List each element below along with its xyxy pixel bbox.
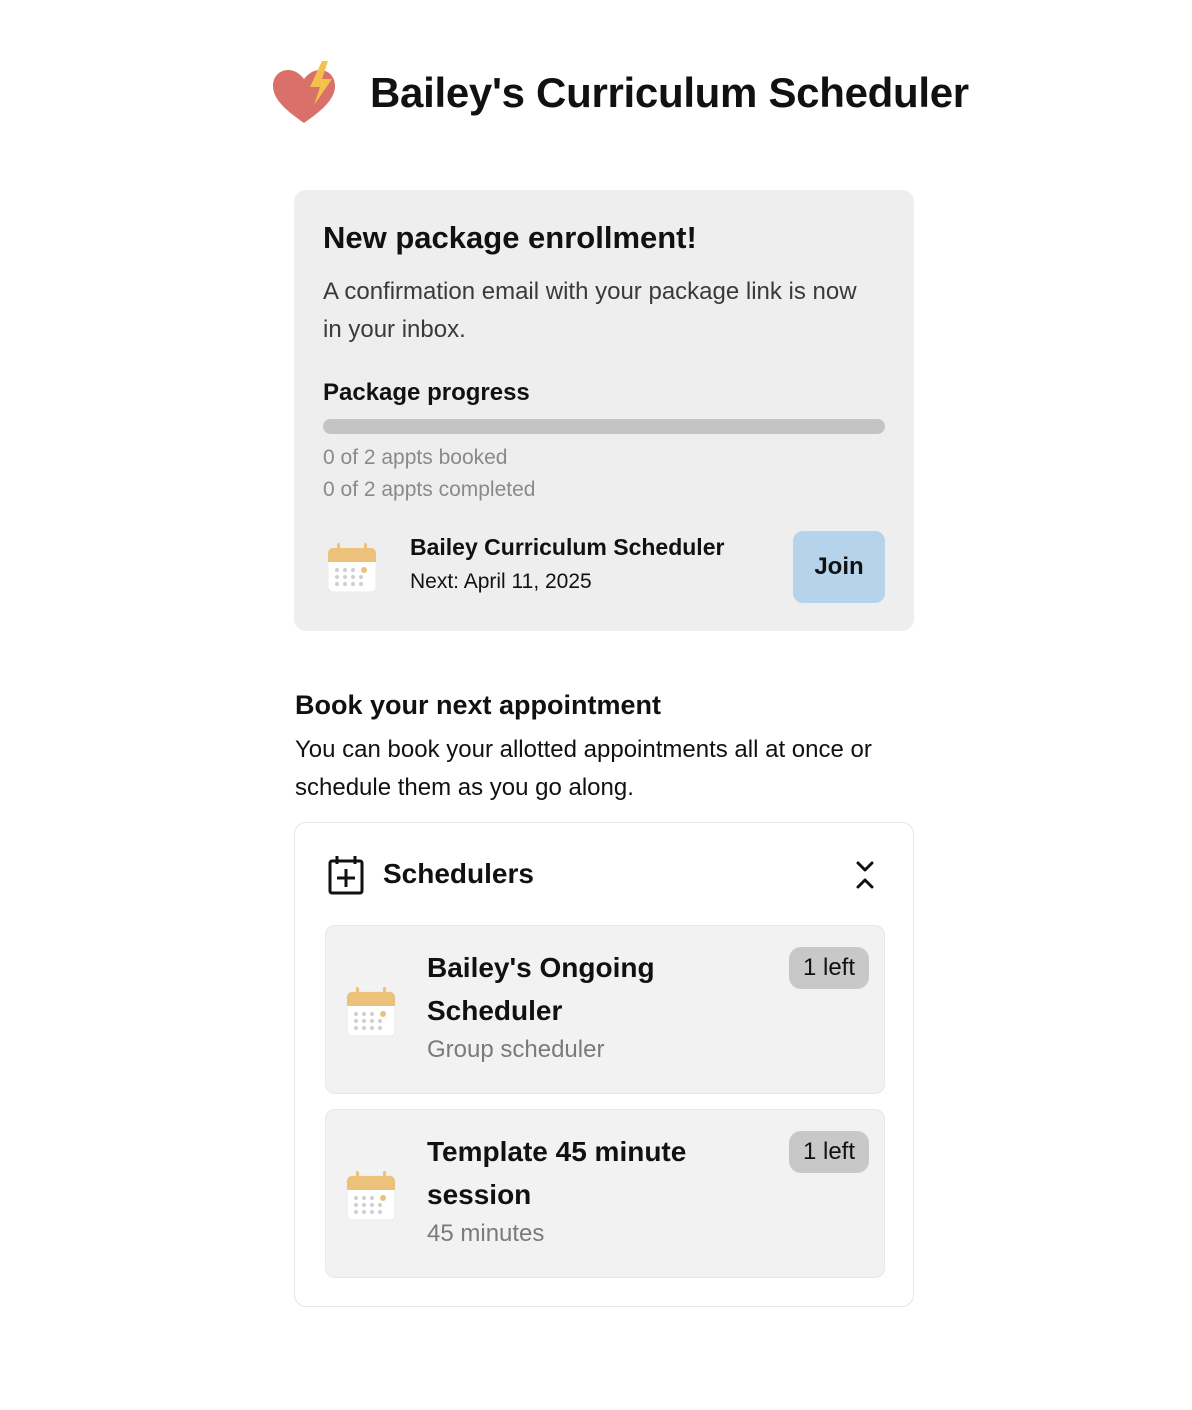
remaining-badge: 1 left xyxy=(788,947,869,989)
scheduler-title: Bailey's Ongoing Scheduler xyxy=(427,952,655,1026)
schedulers-header[interactable]: Schedulers xyxy=(328,855,878,895)
schedulers-title: Schedulers xyxy=(383,858,534,889)
join-button[interactable]: Join xyxy=(793,531,885,603)
heart-lightning-icon xyxy=(270,59,338,127)
scheduler-title: Template 45 minute session xyxy=(427,1136,687,1210)
app-title: Bailey's Curriculum Scheduler xyxy=(370,69,969,116)
enrollment-card: New package enrollment! A confirmation e… xyxy=(294,190,914,631)
calendar-icon xyxy=(345,1168,397,1222)
app-header: Bailey's Curriculum Scheduler xyxy=(270,58,969,128)
enrollment-message: A confirmation email with your package l… xyxy=(323,278,857,343)
calendar-icon xyxy=(345,984,397,1038)
booking-description: You can book your allotted appointments … xyxy=(295,736,872,801)
calendar-plus-icon xyxy=(328,855,364,895)
collapse-icon[interactable] xyxy=(852,859,878,891)
progress-label: Package progress xyxy=(323,379,530,406)
scheduler-subtitle: 45 minutes xyxy=(427,1220,545,1247)
progress-bar xyxy=(323,419,885,434)
calendar-icon xyxy=(326,540,378,594)
enrollment-title: New package enrollment! xyxy=(323,220,697,255)
appointment-name: Bailey Curriculum Scheduler xyxy=(410,534,725,560)
remaining-badge: 1 left xyxy=(788,1131,869,1173)
booking-title: Book your next appointment xyxy=(295,690,662,720)
scheduler-item[interactable]: Bailey's Ongoing Scheduler Group schedul… xyxy=(325,925,885,1094)
scheduler-item[interactable]: Template 45 minute session 45 minutes 1 … xyxy=(325,1109,885,1278)
completed-count: 0 of 2 appts completed xyxy=(323,478,536,501)
booked-count: 0 of 2 appts booked xyxy=(323,446,508,469)
schedulers-panel: Schedulers Bailey's Ongoing Scheduler Gr… xyxy=(294,822,914,1307)
upcoming-appointment: Bailey Curriculum Scheduler Next: April … xyxy=(323,530,885,604)
appointment-next-date: Next: April 11, 2025 xyxy=(410,570,592,593)
scheduler-subtitle: Group scheduler xyxy=(427,1036,605,1063)
